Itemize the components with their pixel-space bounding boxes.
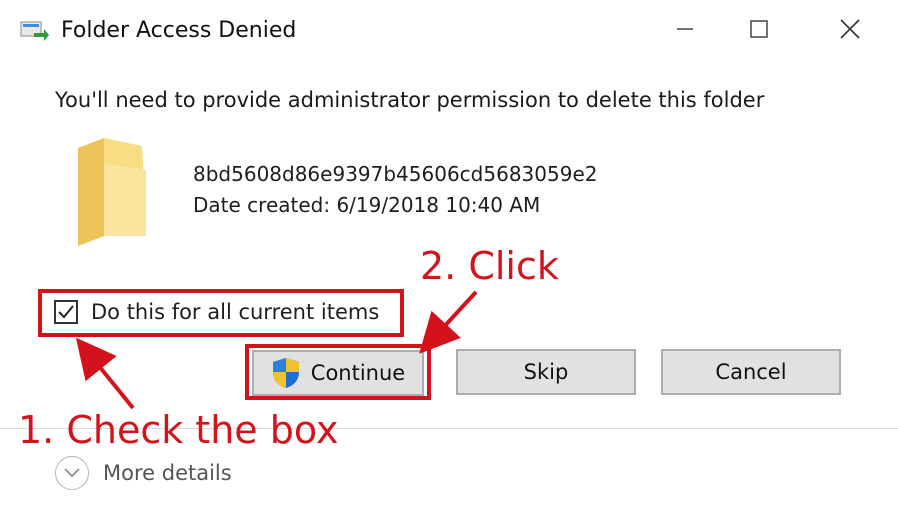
annotation-step2: 2. Click [420,244,559,288]
continue-highlight-box [245,344,431,400]
chevron-down-icon[interactable] [55,456,89,490]
maximize-button[interactable] [734,10,784,52]
minimize-icon [675,19,695,43]
more-details-toggle[interactable]: More details [55,456,232,490]
title-bar[interactable]: Folder Access Denied [0,0,898,62]
date-created: Date created: 6/19/2018 10:40 AM [193,193,541,217]
skip-label: Skip [523,360,569,384]
annotation-step1: 1. Check the box [18,408,339,452]
cancel-label: Cancel [715,360,787,384]
minimize-button[interactable] [660,10,710,52]
cancel-button[interactable]: Cancel [661,349,841,395]
folder-icon [72,136,152,248]
folder-name: 8bd5608d86e9397b45606cd5683059e2 [193,162,598,186]
folder-access-denied-dialog: Folder Access Denied You'll need to prov… [0,0,898,518]
folder-move-icon [20,19,50,43]
arrow-to-checkbox [75,337,135,410]
close-button[interactable] [825,10,875,52]
permission-message: You'll need to provide administrator per… [55,88,765,112]
close-icon [839,18,861,44]
maximize-icon [749,19,769,43]
window-title: Folder Access Denied [61,18,297,43]
checkbox-highlight-box [38,289,404,337]
arrow-to-continue [419,290,478,354]
skip-button[interactable]: Skip [456,349,636,395]
more-details-label[interactable]: More details [103,461,232,485]
